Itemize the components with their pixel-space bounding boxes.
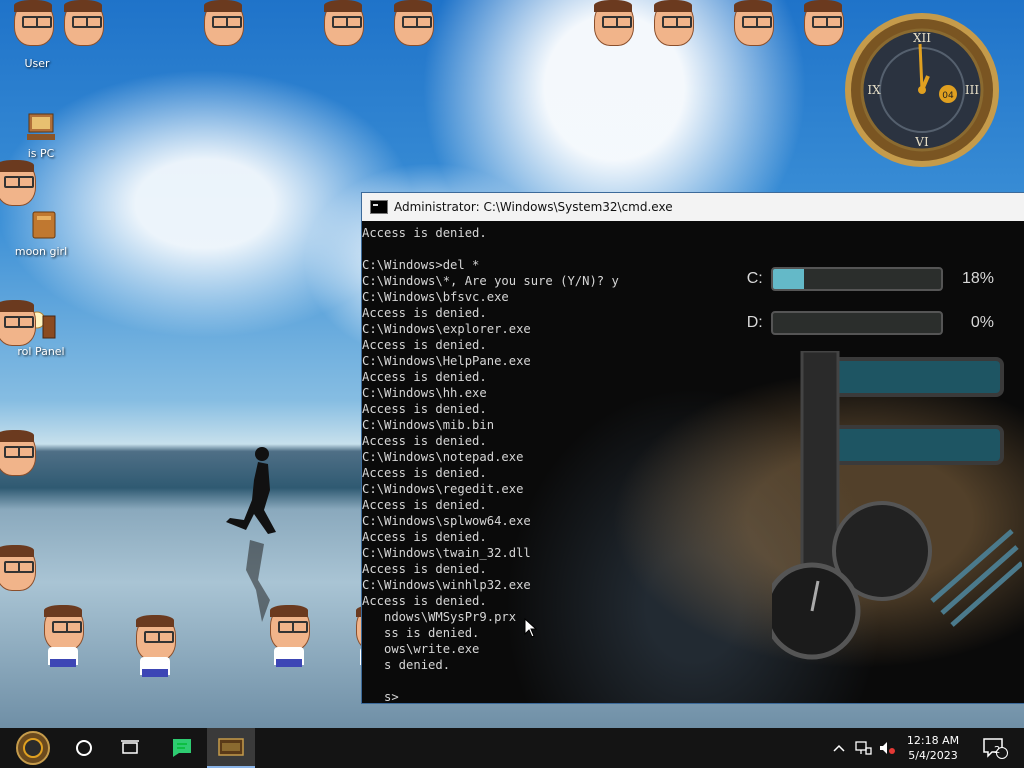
cmd-taskbar-button[interactable]: [207, 728, 255, 768]
console-output[interactable]: Access is denied. C:\Windows>del * C:\Wi…: [362, 225, 619, 703]
cartoon-character: [266, 605, 312, 667]
notification-count: 2: [994, 745, 1001, 756]
cartoon-character: [590, 0, 636, 60]
clock-numeral-6: VI: [914, 135, 929, 149]
clock-widget: XII III VI IX 04: [838, 10, 1006, 168]
volume-button[interactable]: [876, 728, 898, 768]
cmd-app-icon: [218, 738, 244, 756]
cortana-circle-icon: [76, 740, 92, 756]
action-center-button[interactable]: 2: [978, 728, 1012, 768]
network-button[interactable]: [852, 728, 874, 768]
computer-icon: [23, 110, 59, 144]
cmd-window[interactable]: Administrator: C:\Windows\System32\cmd.e…: [361, 192, 1024, 704]
task-view-button[interactable]: [112, 728, 148, 768]
drive-letter: D:: [746, 314, 763, 331]
clock-numeral-9: IX: [867, 83, 881, 97]
volume-muted-icon: [880, 742, 895, 754]
app-button[interactable]: [162, 728, 202, 768]
cartoon-character: [0, 160, 38, 220]
drive-gauge-c: C: 18%: [738, 265, 994, 293]
desktop-icon-label: is PC: [27, 147, 55, 160]
cartoon-character: [390, 0, 436, 60]
cartoon-character: [0, 430, 38, 490]
show-hidden-icons-button[interactable]: [830, 728, 848, 768]
cartoon-character: [200, 0, 246, 60]
cortana-button[interactable]: [66, 728, 102, 768]
drive-usage-percent: 0%: [970, 314, 994, 331]
cartoon-character: [0, 545, 38, 605]
cartoon-character: [650, 0, 696, 60]
drive-usage-track: [771, 267, 943, 291]
clock-numeral-3: III: [965, 83, 979, 97]
cmd-window-icon: [370, 200, 388, 214]
clock-button[interactable]: 12:18 AM 5/4/2023: [900, 728, 966, 768]
chevron-up-icon: [833, 744, 845, 752]
clock-day: 04: [942, 91, 954, 101]
drive-usage-fill: [773, 269, 804, 289]
cmd-window-title: Administrator: C:\Windows\System32\cmd.e…: [394, 200, 673, 214]
start-orb-icon: [16, 731, 50, 765]
task-view-icon: [121, 740, 139, 754]
cartoon-character: [320, 0, 366, 60]
network-icon: [855, 741, 872, 755]
drive-letter: C:: [746, 270, 763, 287]
cartoon-character: [132, 615, 178, 677]
runner-silhouette: [226, 447, 276, 622]
drive-usage-percent: 18%: [961, 270, 994, 287]
desktop-icon-label: moon girl: [14, 245, 68, 258]
chat-app-icon: [173, 739, 191, 757]
desktop: User is PC moon girl rol Panel XII III V…: [0, 0, 1024, 728]
drive-usage-track: [771, 311, 943, 335]
cmd-console[interactable]: C: 18% D: 0% Access is denied. C:\Window…: [362, 221, 1024, 703]
cmd-titlebar[interactable]: Administrator: C:\Windows\System32\cmd.e…: [362, 193, 1024, 221]
taskbar: 12:18 AM 5/4/2023 2: [0, 728, 1024, 768]
drive-gauge-d: D: 0%: [738, 309, 994, 337]
cartoon-character: [60, 0, 106, 60]
cartoon-character: [40, 605, 86, 667]
taskbar-date: 5/4/2023: [908, 749, 958, 762]
clock-numeral-12: XII: [913, 31, 931, 45]
cartoon-character: [730, 0, 776, 60]
cartoon-character: [10, 0, 56, 60]
taskbar-time: 12:18 AM: [906, 734, 960, 747]
cartoon-character: [0, 300, 38, 360]
mouse-pointer-icon: [524, 618, 538, 638]
start-button[interactable]: [0, 728, 66, 768]
pipe-decoration: [772, 351, 1022, 660]
desktop-icon-this-pc[interactable]: is PC: [4, 110, 78, 160]
